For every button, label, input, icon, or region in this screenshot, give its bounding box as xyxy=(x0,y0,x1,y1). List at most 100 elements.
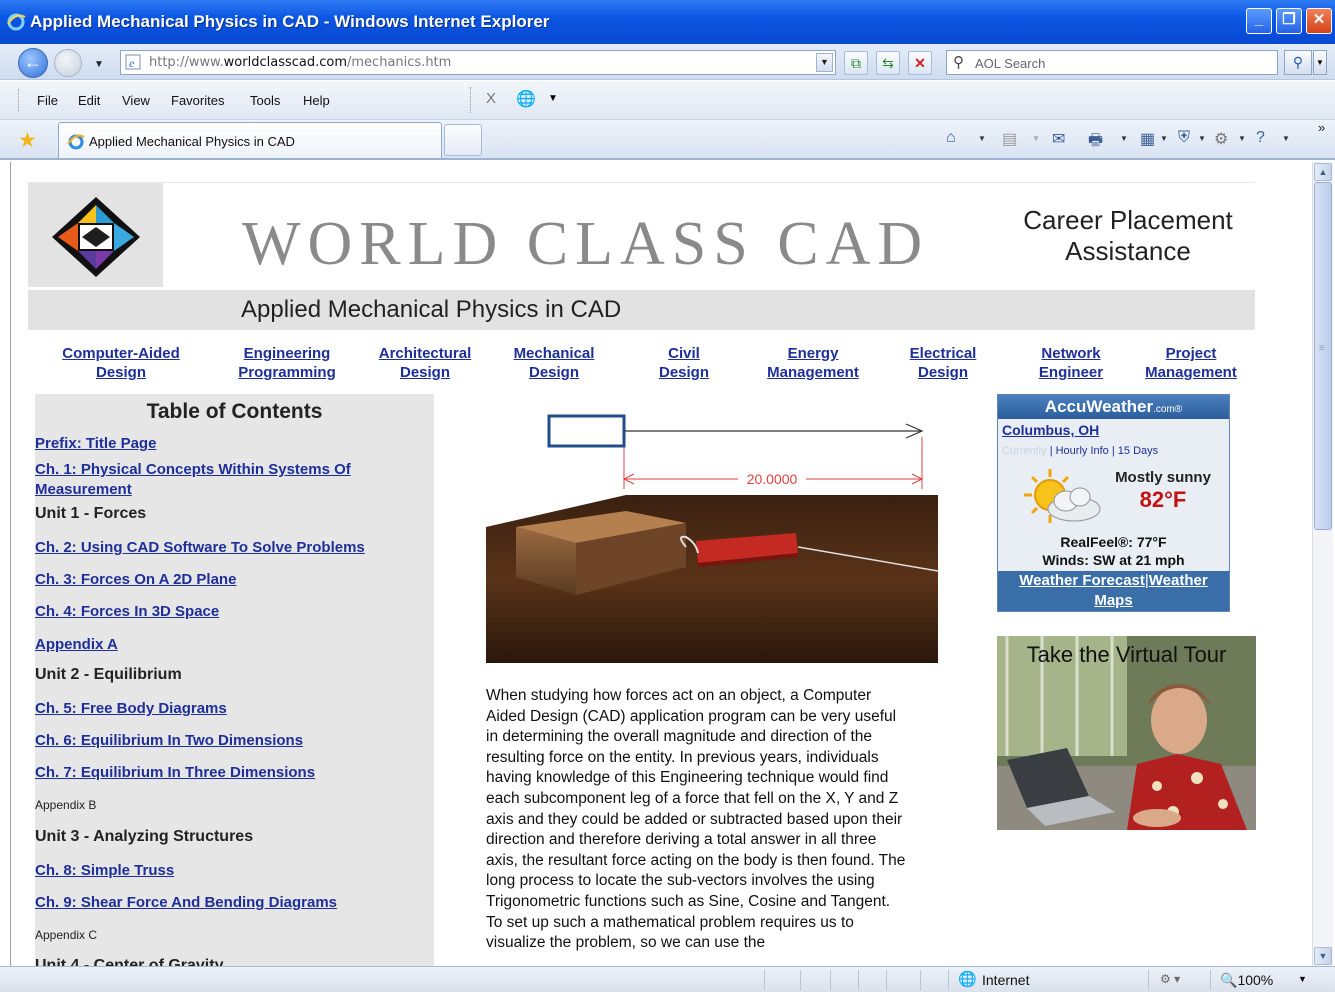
security-zone[interactable]: Internet xyxy=(982,972,1029,988)
toc-unit3-heading: Unit 3 - Analyzing Structures xyxy=(35,828,254,845)
tools-gear-icon[interactable]: ⚙ xyxy=(1214,129,1228,149)
translate-icon[interactable]: 🌐 xyxy=(516,89,536,109)
toc-ch6-link[interactable]: Ch. 6: Equilibrium In Two Dimensions xyxy=(35,731,303,751)
print-icon[interactable]: 🖶 xyxy=(1088,129,1103,156)
help-dropdown-icon[interactable]: ▼ xyxy=(1282,134,1290,143)
favorites-star-icon[interactable]: ★ xyxy=(18,128,37,153)
translate-dropdown-icon[interactable]: ▼ xyxy=(548,93,558,104)
page-dropdown-icon[interactable]: ▼ xyxy=(1160,134,1168,143)
search-provider-icon: ⚲ xyxy=(953,54,964,71)
menu-tools[interactable]: Tools xyxy=(250,93,280,108)
print-dropdown-icon[interactable]: ▼ xyxy=(1120,134,1128,143)
toc-ch4-link[interactable]: Ch. 4: Forces In 3D Space xyxy=(35,602,219,622)
menu-view[interactable]: View xyxy=(122,93,150,108)
menu-edit[interactable]: Edit xyxy=(78,93,100,108)
zoom-dropdown-icon[interactable]: ▼ xyxy=(1298,974,1307,984)
search-options-dropdown-icon[interactable]: ▼ xyxy=(1313,50,1327,75)
scroll-down-icon[interactable]: ▼ xyxy=(1314,947,1332,965)
feeds-icon[interactable]: ▤ xyxy=(1002,129,1017,149)
menu-file[interactable]: File xyxy=(37,93,58,108)
scroll-up-icon[interactable]: ▲ xyxy=(1314,163,1332,181)
tab-ie-icon xyxy=(67,134,85,150)
feeds-dropdown-icon[interactable]: ▼ xyxy=(1032,134,1040,143)
forward-button[interactable]: → xyxy=(54,49,82,77)
internet-explorer-icon xyxy=(7,13,26,31)
home-icon[interactable]: ⌂ xyxy=(946,129,956,147)
toc-unit1-heading: Unit 1 - Forces xyxy=(35,505,147,522)
nav-engineering-programming[interactable]: Engineering Programming xyxy=(228,344,346,382)
weather-realfeel: RealFeel®: 77°F xyxy=(1060,534,1167,550)
zoom-icon: 🔍 xyxy=(1220,972,1238,988)
search-field[interactable]: ⚲ AOL Search xyxy=(946,50,1278,75)
career-line-1: Career Placement xyxy=(1023,205,1233,235)
back-button[interactable]: ← xyxy=(18,48,48,78)
nav-architectural-design[interactable]: Architectural Design xyxy=(364,344,486,382)
protected-mode-icon[interactable]: ⚙ ▾ xyxy=(1160,972,1180,986)
toolbar-grip[interactable] xyxy=(18,89,20,111)
address-field[interactable]: e http://www.worldclasscad.com/mechanics… xyxy=(120,50,836,75)
nav-mechanical-design[interactable]: Mechanical Design xyxy=(494,344,614,382)
tools-dropdown-icon[interactable]: ▼ xyxy=(1238,134,1246,143)
virtual-tour-banner[interactable]: Take the Virtual Tour xyxy=(997,636,1256,830)
nav-computer-aided-design[interactable]: Computer-Aided Design xyxy=(56,344,186,382)
dimension-label: 20.0000 xyxy=(747,471,798,487)
menu-favorites[interactable]: Favorites xyxy=(171,93,224,108)
restore-button[interactable]: ❐ xyxy=(1276,8,1302,34)
toc-appendix-a-link[interactable]: Appendix A xyxy=(35,635,118,655)
toc-title: Table of Contents xyxy=(146,400,323,423)
minimize-button[interactable]: _ xyxy=(1246,8,1272,34)
site-logo[interactable] xyxy=(28,183,163,287)
weather-city-link[interactable]: Columbus, OH xyxy=(1002,422,1099,438)
nav-network-engineer[interactable]: Network Engineer xyxy=(1026,344,1116,382)
url-text: http://www.worldclasscad.com/mechanics.h… xyxy=(149,55,452,70)
weather-details: RealFeel®: 77°F Winds: SW at 21 mph xyxy=(998,533,1229,569)
scroll-thumb[interactable] xyxy=(1314,182,1332,530)
safety-icon[interactable]: ⛨ xyxy=(1178,129,1190,147)
partly-sunny-icon xyxy=(1024,469,1101,523)
nav-project-management[interactable]: Project Management xyxy=(1136,344,1246,382)
weather-forecast-link[interactable]: Weather Forecast xyxy=(1019,572,1145,589)
toc-ch5-link[interactable]: Ch. 5: Free Body Diagrams xyxy=(35,699,227,719)
close-button[interactable]: ✕ xyxy=(1306,8,1332,34)
toc-ch7-link[interactable]: Ch. 7: Equilibrium In Three Dimensions xyxy=(35,763,315,783)
toc-prefix-link[interactable]: Prefix: Title Page xyxy=(35,434,156,454)
x-toolbar-icon[interactable]: X xyxy=(486,90,496,107)
menu-help[interactable]: Help xyxy=(303,93,330,108)
toc-ch3-link[interactable]: Ch. 3: Forces On A 2D Plane xyxy=(35,570,236,590)
weather-hourly-tab[interactable]: Hourly Info xyxy=(1056,445,1109,457)
home-dropdown-icon[interactable]: ▼ xyxy=(978,134,986,143)
page-ie-icon: e xyxy=(125,54,141,70)
page-menu-icon[interactable]: ▦ xyxy=(1140,129,1155,149)
search-placeholder: AOL Search xyxy=(975,56,1046,71)
toc-ch9-link[interactable]: Ch. 9: Shear Force And Bending Diagrams xyxy=(35,893,337,913)
toc-ch2-link[interactable]: Ch. 2: Using CAD Software To Solve Probl… xyxy=(35,538,365,558)
toc-ch8-link[interactable]: Ch. 8: Simple Truss xyxy=(35,861,174,881)
toolbar-overflow-icon[interactable]: » xyxy=(1318,120,1325,135)
internet-zone-icon: 🌐 xyxy=(958,971,977,988)
tab-label: Applied Mechanical Physics in CAD xyxy=(89,134,295,149)
svg-text:e: e xyxy=(129,56,135,70)
mail-icon[interactable]: ✉ xyxy=(1052,129,1065,149)
weather-winds: Winds: SW at 21 mph xyxy=(1042,552,1185,568)
zoom-level[interactable]: 🔍100% xyxy=(1220,972,1273,989)
nav-energy-management[interactable]: Energy Management xyxy=(750,344,876,382)
address-dropdown-icon[interactable]: ▼ xyxy=(816,53,833,72)
weather-15days-tab[interactable]: 15 Days xyxy=(1118,445,1158,457)
accuweather-logo[interactable]: AccuWeather.com® xyxy=(998,395,1229,419)
nav-civil-design[interactable]: Civil Design xyxy=(634,344,734,382)
safety-dropdown-icon[interactable]: ▼ xyxy=(1198,134,1206,143)
career-placement-link[interactable]: Career Placement Assistance xyxy=(1006,205,1250,267)
stop-icon[interactable]: ✕ xyxy=(908,51,932,75)
history-dropdown-icon[interactable]: ▼ xyxy=(94,59,104,70)
tab-active[interactable]: Applied Mechanical Physics in CAD xyxy=(58,122,442,158)
refresh-icon[interactable]: ⇆ xyxy=(876,51,900,75)
brand-wordmark: WORLD CLASS CAD xyxy=(242,210,930,278)
help-icon[interactable]: ? xyxy=(1256,129,1265,147)
weather-currently-tab[interactable]: Currently xyxy=(1002,445,1047,457)
vertical-scrollbar[interactable]: ▲ ▼ xyxy=(1312,162,1333,966)
search-button[interactable]: ⚲ xyxy=(1284,50,1312,75)
compatibility-icon[interactable]: ⧉ xyxy=(844,51,868,75)
new-tab-button[interactable] xyxy=(444,124,482,156)
nav-electrical-design[interactable]: Electrical Design xyxy=(888,344,998,382)
toc-ch1-link[interactable]: Ch. 1: Physical Concepts Within Systems … xyxy=(35,460,351,500)
